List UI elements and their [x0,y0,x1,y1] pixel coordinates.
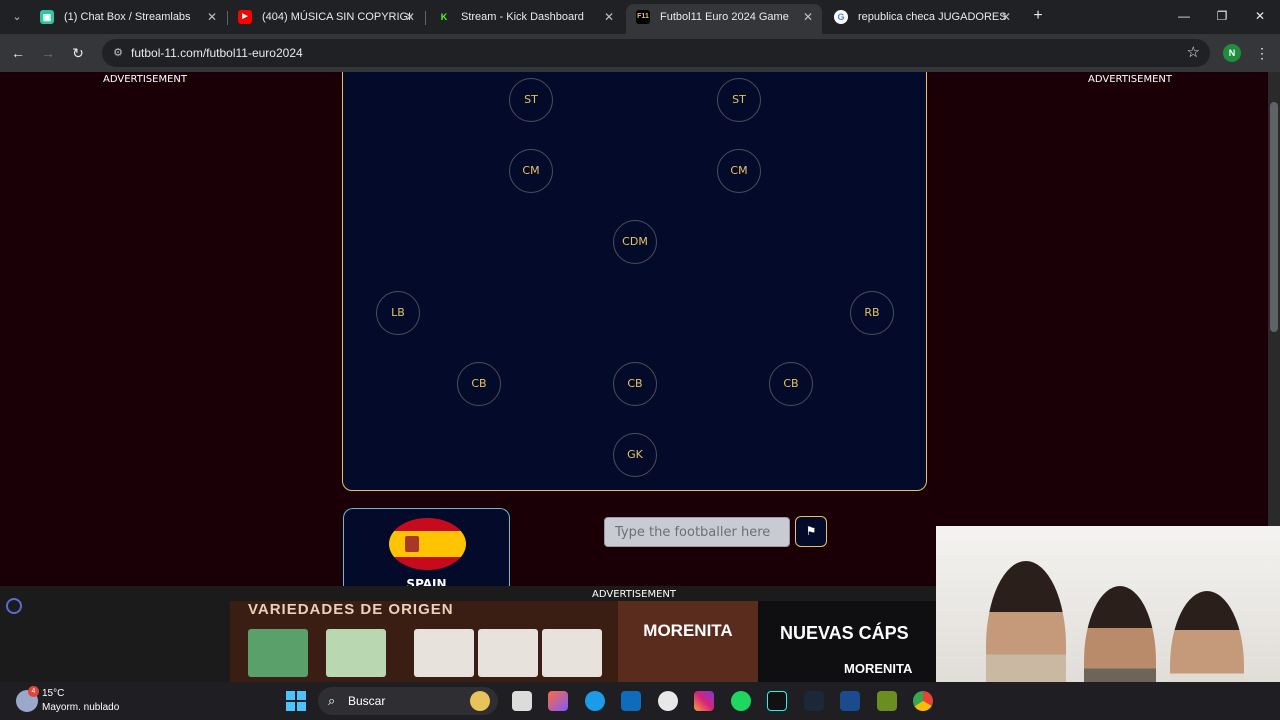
task-view-icon[interactable] [512,691,532,711]
close-icon[interactable]: ✕ [998,4,1014,30]
tiktok-icon[interactable] [767,691,787,711]
copilot-icon[interactable] [548,691,568,711]
chrome-icon[interactable] [913,691,933,711]
bookmark-star-icon[interactable]: ☆ [1187,44,1200,62]
scrollbar-thumb[interactable] [1270,102,1278,332]
reload-icon[interactable]: ↻ [68,43,88,63]
banner-promo-brand: MORENITA [844,661,913,676]
close-icon[interactable]: ✕ [800,4,816,30]
tab-title: (404) MÚSICA SIN COPYRIGHT [262,11,412,23]
search-highlight-icon [470,691,490,711]
product-image [248,629,308,677]
site-info-icon[interactable]: ⚙ [110,45,126,61]
tab-streamlabs[interactable]: ▣ (1) Chat Box / Streamlabs ✕ [30,4,226,34]
privacy-settings-icon[interactable] [6,598,22,614]
tab-separator [425,11,426,25]
coat-of-arms-icon [405,536,419,552]
close-icon[interactable]: ✕ [601,4,617,30]
ad-label-left: ADVERTISEMENT [103,74,188,85]
team-card: SPAIN [343,508,510,598]
edge-icon[interactable] [585,691,605,711]
position-cdm[interactable]: CDM [613,220,657,264]
streamlabs-icon: ▣ [40,10,54,24]
steam-icon[interactable] [804,691,824,711]
menu-kebab-icon[interactable]: ⋮ [1255,43,1269,63]
position-gk[interactable]: GK [613,433,657,477]
position-st-right[interactable]: ST [717,78,761,122]
banner-brand-block: MORENITA [618,601,758,682]
taskbar-search[interactable]: ⌕ Buscar [318,687,498,715]
position-cm-right[interactable]: CM [717,149,761,193]
banner-brand: MORENITA [643,621,733,640]
position-lb[interactable]: LB [376,291,420,335]
youtube-icon: ▶ [238,10,252,24]
flag-icon: ⚑ [805,524,817,538]
weather-temperature: 15°C [42,688,65,699]
position-rb[interactable]: RB [850,291,894,335]
minecraft-icon[interactable] [877,691,897,711]
position-cb-left[interactable]: CB [457,362,501,406]
tab-kick[interactable]: K Stream - Kick Dashboard ✕ [427,4,623,34]
instagram-icon[interactable] [694,691,714,711]
product-image [542,629,602,677]
banner-promo: NUEVAS CÁPS [780,623,909,643]
spain-flag-icon [389,518,466,570]
prime-video-icon[interactable] [840,691,860,711]
tab-search-chevron-icon[interactable]: ⌄ [8,8,26,26]
weather-widget[interactable]: 4 15°C Mayorm. nublado [16,686,126,716]
outlook-icon[interactable] [621,691,641,711]
tab-title: republica checa JUGADORES - [858,11,1008,23]
address-bar[interactable]: ⚙ futbol-11.com/futbol11-euro2024 ☆ [102,39,1210,67]
restore-icon[interactable]: ❐ [1208,6,1236,26]
kick-icon: K [437,10,451,24]
banner-promo-block: NUEVAS CÁPS MORENITA [758,601,936,682]
spotify-icon[interactable] [731,691,751,711]
position-st-left[interactable]: ST [509,78,553,122]
position-cm-left[interactable]: CM [509,149,553,193]
give-up-flag-button[interactable]: ⚑ [795,516,827,547]
position-cb-right[interactable]: CB [769,362,813,406]
ad-banner[interactable]: VARIEDADES DE ORIGEN MORENITA NUEVAS CÁP… [230,601,936,682]
banner-title: VARIEDADES DE ORIGEN [248,601,454,618]
ad-label-bottom: ADVERTISEMENT [592,589,677,600]
window-close-icon[interactable]: ✕ [1246,6,1274,26]
google-icon: G [834,10,848,24]
search-icon: ⌕ [328,693,336,708]
profile-avatar[interactable]: N [1223,44,1241,62]
windows-taskbar: 4 15°C Mayorm. nublado ⌕ Buscar [0,682,1280,720]
close-icon[interactable]: ✕ [204,4,220,30]
tab-futbol11[interactable]: F11 Futbol11 Euro 2024 Game ✕ [626,4,822,34]
tab-youtube[interactable]: ▶ (404) MÚSICA SIN COPYRIGHT ✕ [228,4,424,34]
tab-google[interactable]: G republica checa JUGADORES - ✕ [824,4,1020,34]
position-cb-center[interactable]: CB [613,362,657,406]
url-text: futbol-11.com/futbol11-euro2024 [131,46,303,60]
tab-title: Futbol11 Euro 2024 Game [660,11,789,23]
product-image [326,629,386,677]
back-icon[interactable]: ← [8,43,28,63]
browser-toolbar: ← → ↻ ⚙ futbol-11.com/futbol11-euro2024 … [0,34,1280,72]
search-label: Buscar [348,694,386,708]
product-image [414,629,474,677]
product-image [478,629,538,677]
footballer-search-input[interactable] [604,517,790,547]
ad-label-right: ADVERTISEMENT [1088,74,1173,85]
new-tab-icon[interactable]: + [1028,6,1048,26]
windows-start-icon[interactable] [286,691,306,711]
close-icon[interactable]: ✕ [402,4,418,30]
futbol11-icon: F11 [636,10,650,24]
tab-title: (1) Chat Box / Streamlabs [64,11,191,23]
weather-badge: 4 [28,686,39,697]
forward-icon[interactable]: → [38,43,58,63]
tab-title: Stream - Kick Dashboard [461,11,584,23]
formation-pitch: ST ST CM CM CDM LB RB CB CB CB GK [342,72,927,491]
tab-strip: ⌄ ▣ (1) Chat Box / Streamlabs ✕ ▶ (404) … [0,0,1280,34]
chatgpt-icon[interactable] [658,691,678,711]
minimize-icon[interactable]: — [1170,6,1198,26]
weather-description: Mayorm. nublado [42,702,120,713]
